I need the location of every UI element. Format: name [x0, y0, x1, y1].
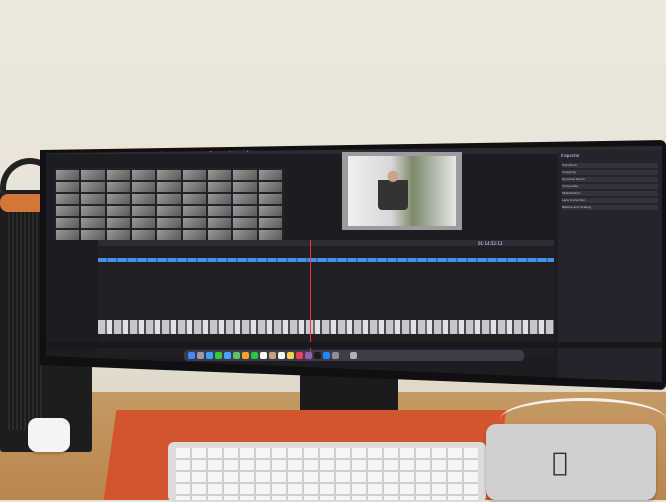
clip-thumbnail[interactable] [157, 194, 181, 204]
clip-thumbnail[interactable] [132, 230, 156, 240]
inspector-section[interactable]: Lens Correction [562, 198, 658, 203]
clip-thumbnail[interactable] [81, 194, 105, 204]
clip-thumbnail[interactable] [182, 218, 206, 228]
clip-thumbnail[interactable] [182, 206, 206, 216]
clip-thumbnail[interactable] [132, 194, 156, 204]
clip-thumbnail[interactable] [258, 194, 282, 204]
clip-thumbnail[interactable] [233, 170, 257, 180]
headphones-pad [0, 194, 46, 212]
mac-mini [486, 424, 656, 500]
media-pool [54, 168, 284, 240]
clip-thumbnail[interactable] [233, 206, 257, 216]
facetime-icon[interactable] [251, 352, 258, 359]
clip-thumbnail[interactable] [81, 170, 105, 180]
clip-thumbnail[interactable] [106, 230, 130, 240]
clip-thumbnail[interactable] [56, 194, 80, 204]
keyboard-key-rows [176, 448, 478, 500]
clip-thumbnail[interactable] [132, 218, 156, 228]
inspector-section[interactable]: Stabilization [562, 191, 658, 196]
airpods-case [28, 418, 70, 452]
clip-thumbnail[interactable] [182, 230, 206, 240]
clip-thumbnail[interactable] [56, 170, 80, 180]
clip-thumbnail[interactable] [157, 206, 181, 216]
podcasts-icon[interactable] [305, 352, 312, 359]
clip-thumbnail[interactable] [233, 230, 257, 240]
maps-icon[interactable] [233, 352, 240, 359]
launchpad-icon[interactable] [197, 352, 204, 359]
inspector-title: Inspector [561, 153, 580, 158]
apple-logo-icon:  [552, 450, 568, 476]
messages-icon[interactable] [215, 352, 222, 359]
clip-thumbnail[interactable] [208, 170, 232, 180]
clip-thumbnail[interactable] [81, 230, 105, 240]
timeline [98, 246, 554, 356]
clip-thumbnail[interactable] [132, 182, 156, 192]
clip-thumbnail[interactable] [106, 218, 130, 228]
clip-thumbnail[interactable] [208, 206, 232, 216]
contacts-icon[interactable] [269, 352, 276, 359]
clip-thumbnail[interactable] [258, 170, 282, 180]
clip-thumbnail[interactable] [258, 230, 282, 240]
clip-thumbnail[interactable] [157, 182, 181, 192]
mail-icon[interactable] [224, 352, 231, 359]
clip-thumbnail[interactable] [56, 230, 80, 240]
clip-thumbnail[interactable] [182, 170, 206, 180]
clip-thumbnail[interactable] [258, 206, 282, 216]
reminders-icon[interactable] [278, 352, 285, 359]
inspector-section[interactable]: Retime and Scaling [562, 205, 658, 210]
finder-icon[interactable] [188, 352, 195, 359]
clip-thumbnail[interactable] [157, 218, 181, 228]
clip-thumbnail[interactable] [233, 218, 257, 228]
appstore-icon[interactable] [323, 352, 330, 359]
calendar-icon[interactable] [260, 352, 267, 359]
clip-thumbnail[interactable] [56, 218, 80, 228]
audio-track [98, 258, 554, 262]
safari-icon[interactable] [206, 352, 213, 359]
monitor-screen: DaVinci Resolve File Edit Trim Timeline … [46, 146, 662, 382]
clip-thumbnail[interactable] [258, 218, 282, 228]
music-icon[interactable] [296, 352, 303, 359]
tv-icon[interactable] [314, 352, 321, 359]
clip-thumbnail[interactable] [258, 182, 282, 192]
clip-thumbnail[interactable] [106, 206, 130, 216]
clip-thumbnail[interactable] [106, 170, 130, 180]
inspector-section[interactable]: Cropping [562, 170, 658, 175]
clip-thumbnail[interactable] [56, 206, 80, 216]
clip-thumbnail[interactable] [132, 206, 156, 216]
inspector-section[interactable]: Composite [562, 184, 658, 189]
inspector-section[interactable]: Transform [562, 163, 658, 168]
clip-thumbnail[interactable] [157, 230, 181, 240]
clip-thumbnail[interactable] [182, 182, 206, 192]
clip-thumbnail[interactable] [182, 194, 206, 204]
clip-thumbnail[interactable] [132, 170, 156, 180]
clip-thumbnail[interactable] [56, 182, 80, 192]
page-bar [46, 342, 662, 348]
clip-thumbnail[interactable] [233, 182, 257, 192]
thumbnail-grid [54, 168, 284, 242]
clip-thumbnail[interactable] [208, 218, 232, 228]
clip-thumbnail[interactable] [208, 230, 232, 240]
clip-thumbnail[interactable] [106, 194, 130, 204]
inspector-section[interactable]: Dynamic Zoom [562, 177, 658, 182]
clip-thumbnail[interactable] [157, 170, 181, 180]
viewer-person [378, 168, 408, 210]
dock [184, 350, 524, 361]
trash-icon[interactable] [350, 352, 357, 359]
clip-thumbnail[interactable] [208, 182, 232, 192]
clip-thumbnail[interactable] [233, 194, 257, 204]
clip-thumbnail[interactable] [81, 206, 105, 216]
resolve-icon[interactable] [341, 352, 348, 359]
notes-icon[interactable] [287, 352, 294, 359]
clip-thumbnail[interactable] [81, 218, 105, 228]
settings-icon[interactable] [332, 352, 339, 359]
clip-thumbnail[interactable] [208, 194, 232, 204]
photos-icon[interactable] [242, 352, 249, 359]
clip-thumbnail[interactable] [81, 182, 105, 192]
pc-tower-grill [8, 200, 42, 430]
clip-thumbnail[interactable] [106, 182, 130, 192]
video-track-clips [98, 320, 554, 334]
